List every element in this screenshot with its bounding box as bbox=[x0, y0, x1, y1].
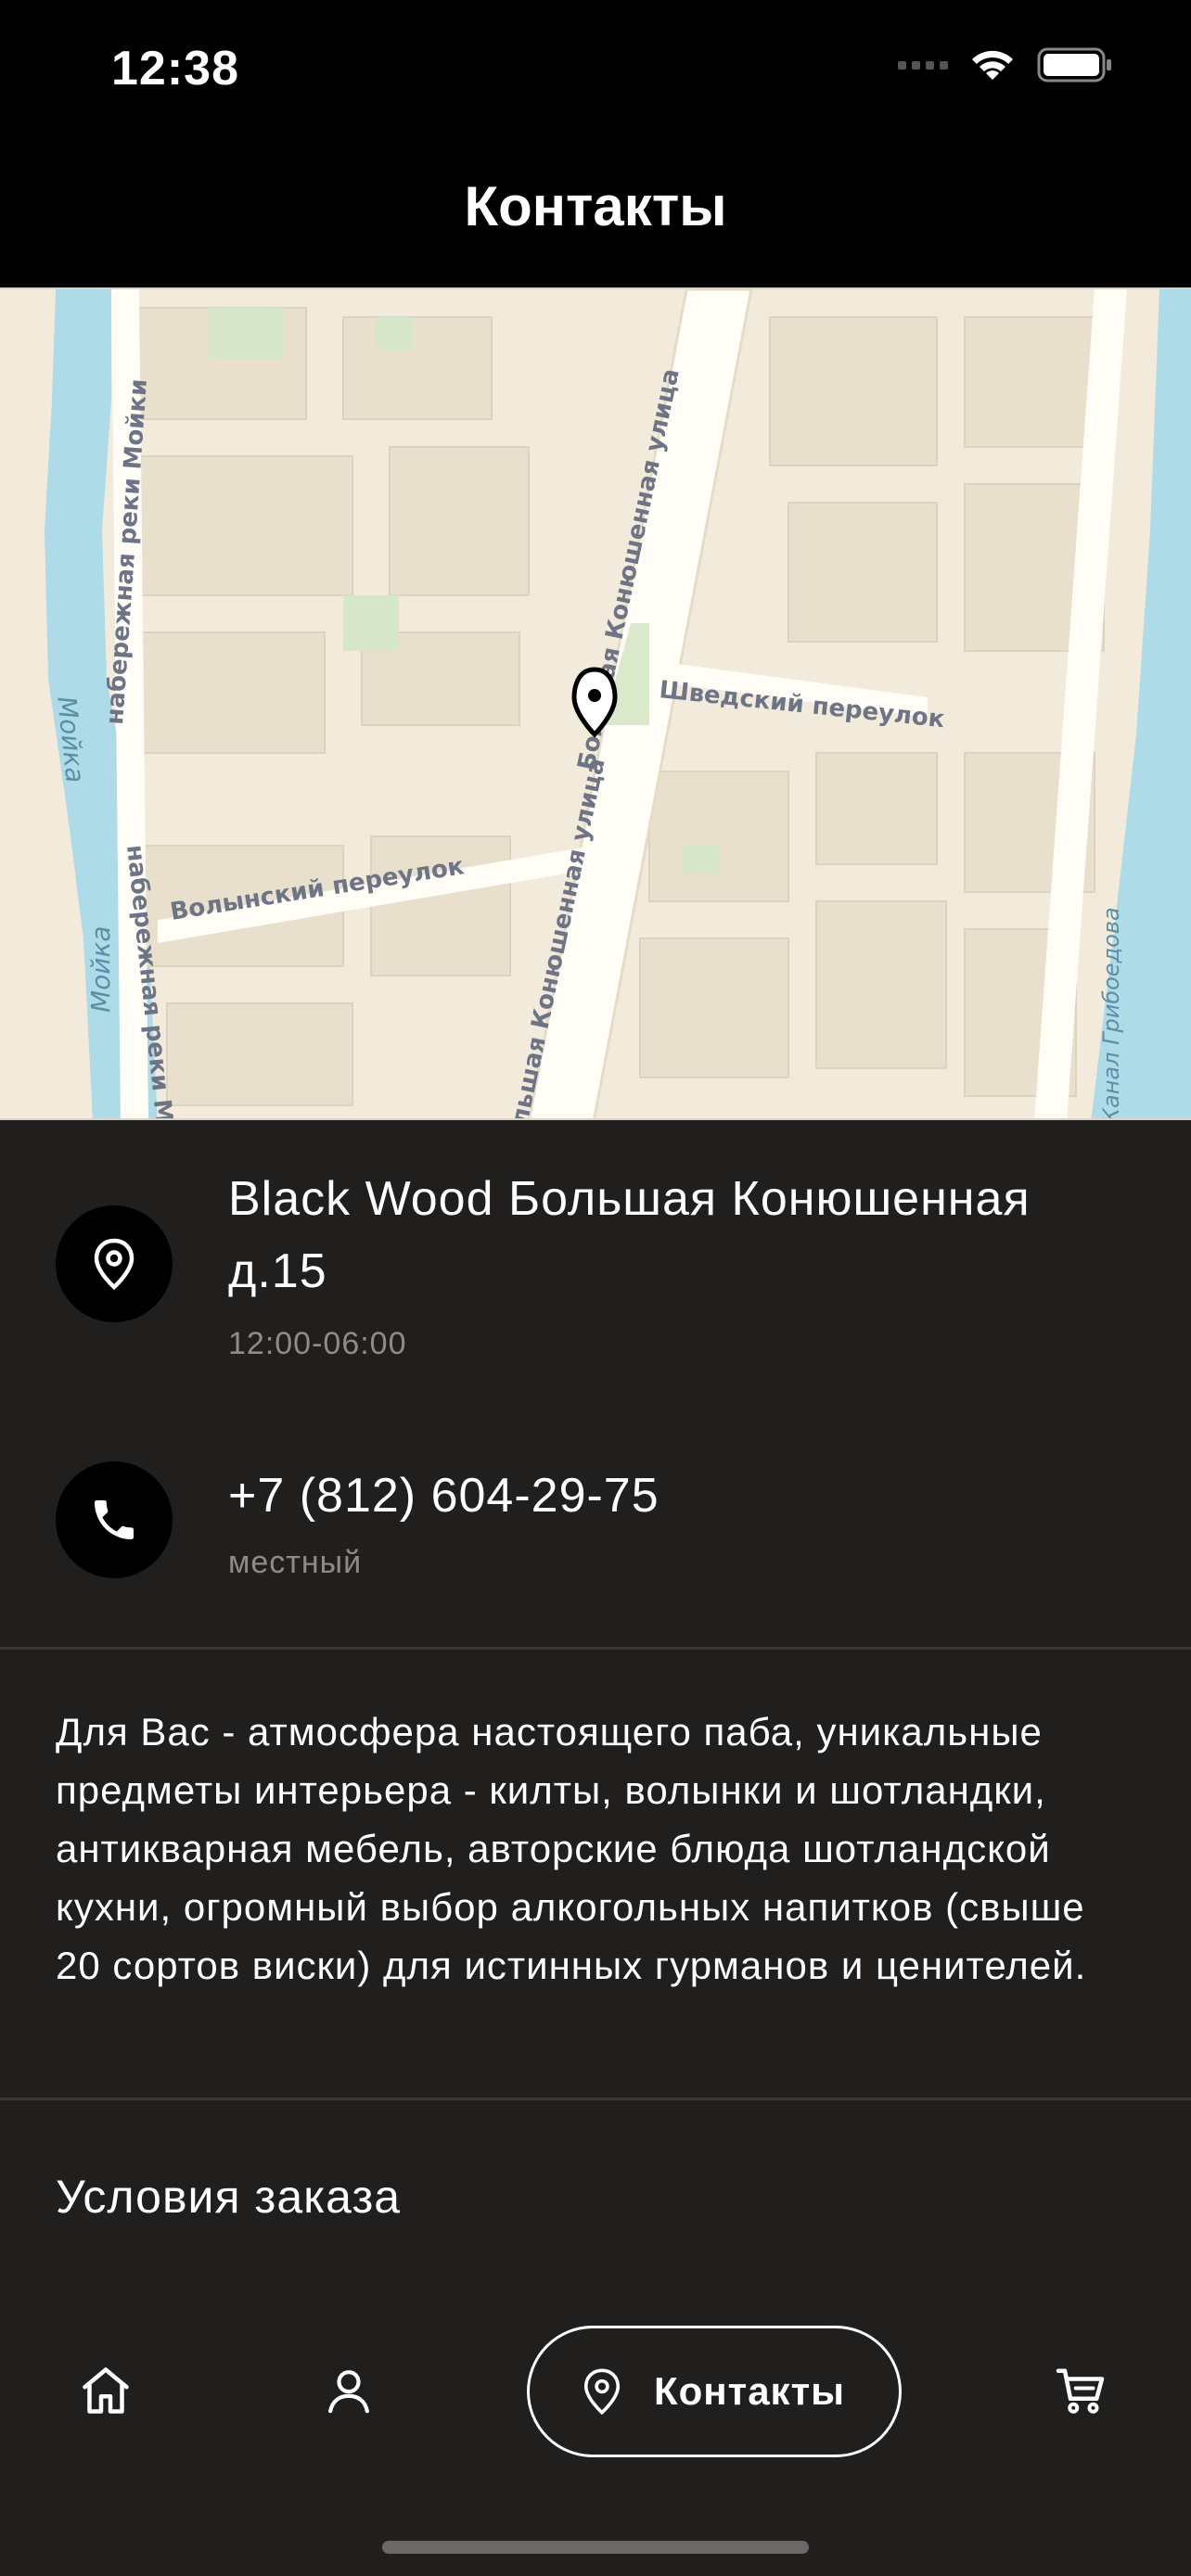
tab-profile[interactable] bbox=[304, 2346, 393, 2435]
description-text: Для Вас - атмосфера настоящего паба, уни… bbox=[56, 1710, 1087, 1987]
phone-icon bbox=[95, 1500, 134, 1539]
address-row[interactable]: Black Wood Большая Конюшенная д.15 12:00… bbox=[0, 1120, 1191, 1398]
map-label-right-edge: Канал Грибоедова bbox=[1098, 907, 1124, 1120]
divider bbox=[0, 2098, 1191, 2100]
tab-contacts[interactable]: Контакты bbox=[527, 2326, 902, 2457]
wifi-icon bbox=[972, 50, 1013, 80]
home-icon bbox=[83, 2367, 129, 2414]
tab-home[interactable] bbox=[61, 2346, 150, 2435]
top-bar: 12:38 Контакты bbox=[0, 0, 1191, 287]
battery-icon bbox=[1037, 47, 1111, 83]
address-hours: 12:00-06:00 bbox=[228, 1326, 407, 1361]
tab-cart[interactable] bbox=[1037, 2346, 1126, 2435]
location-pin-icon bbox=[583, 2368, 621, 2416]
phone-icon-circle bbox=[56, 1461, 173, 1578]
map-label-river-lower: Мойка bbox=[85, 925, 116, 1013]
phone-number[interactable]: +7 (812) 604-29-75 bbox=[228, 1460, 1135, 1532]
status-indicators bbox=[898, 46, 1113, 83]
cart-icon bbox=[1056, 2368, 1105, 2414]
status-time: 12:38 bbox=[111, 42, 239, 96]
address-title: Black Wood Большая Конюшенная д.15 bbox=[228, 1172, 1031, 1298]
map-view[interactable]: Большая Конюшенная улица Большая Конюшен… bbox=[0, 287, 1191, 1120]
divider bbox=[0, 1647, 1191, 1650]
tab-bar: Контакты bbox=[0, 2300, 1191, 2576]
location-pin-icon bbox=[94, 1238, 134, 1290]
address-icon-circle bbox=[56, 1205, 173, 1322]
order-terms-link[interactable]: Условия заказа bbox=[56, 2170, 401, 2224]
cellular-signal-icon bbox=[898, 60, 948, 70]
page-title: Контакты bbox=[464, 175, 727, 237]
tab-contacts-label: Контакты bbox=[653, 2369, 846, 2413]
phone-row[interactable]: +7 (812) 604-29-75 местный bbox=[0, 1428, 1191, 1613]
home-indicator[interactable] bbox=[382, 2541, 809, 2554]
phone-type: местный bbox=[228, 1545, 363, 1580]
user-icon bbox=[328, 2370, 369, 2414]
